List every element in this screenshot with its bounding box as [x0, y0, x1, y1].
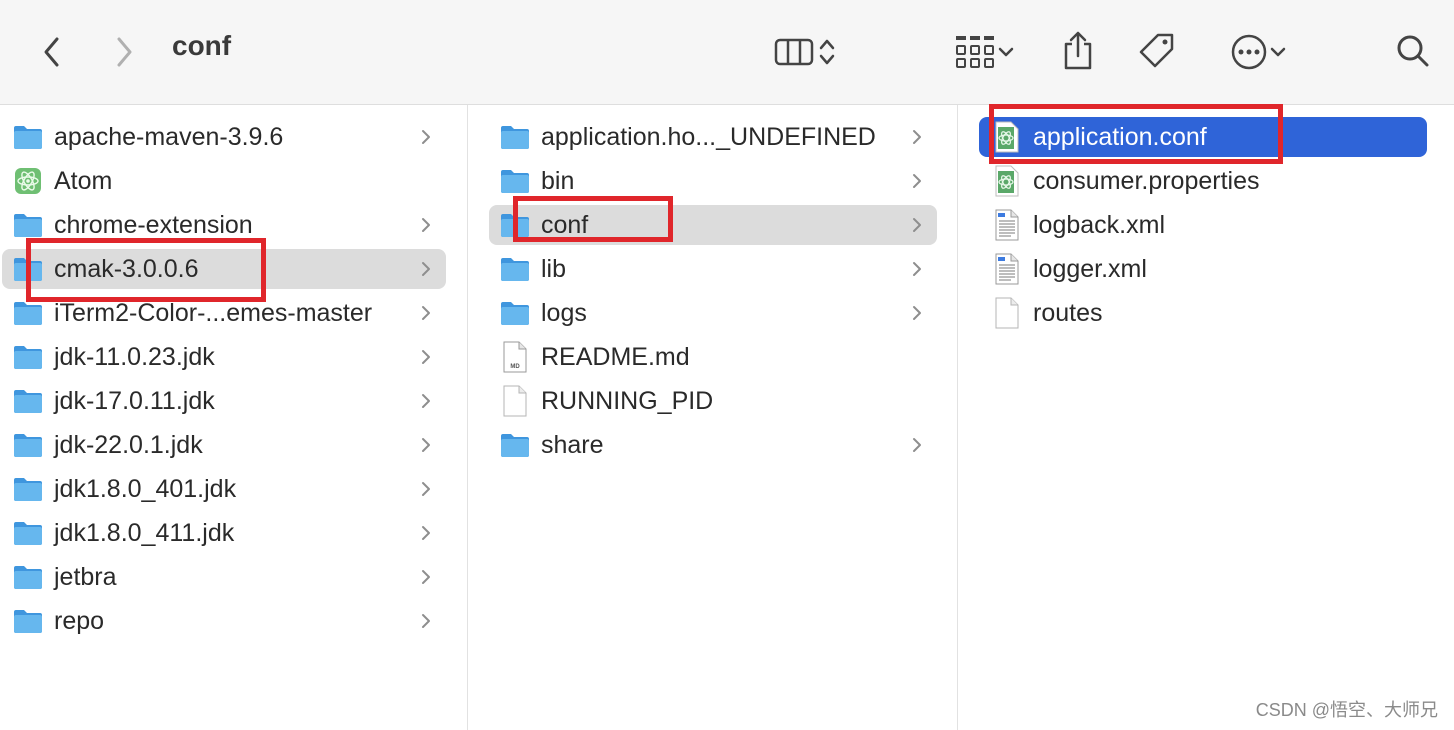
back-button[interactable] — [36, 32, 68, 72]
chevron-right-icon — [422, 438, 430, 452]
column-2[interactable]: application.ho..._UNDEFINED bin conf lib… — [468, 105, 958, 730]
xml-file-icon — [991, 209, 1023, 241]
folder-icon — [499, 297, 531, 329]
chevron-right-icon — [913, 438, 921, 452]
list-item[interactable]: Atom — [2, 161, 446, 201]
list-item[interactable]: routes — [979, 293, 1427, 333]
blank-file-icon — [499, 385, 531, 417]
folder-icon — [12, 341, 44, 373]
chevron-right-icon — [422, 350, 430, 364]
ellipsis-circle-icon — [1231, 34, 1267, 70]
folder-icon — [499, 253, 531, 285]
folder-icon — [12, 473, 44, 505]
list-item[interactable]: logs — [489, 293, 937, 333]
chevron-right-icon — [913, 174, 921, 188]
share-button[interactable] — [1058, 28, 1098, 74]
tag-button[interactable] — [1134, 28, 1180, 74]
group-button[interactable] — [944, 30, 1024, 74]
markdown-file-icon: MD — [499, 341, 531, 373]
atom-app-icon — [12, 165, 44, 197]
watermark: CSDN @悟空、大师兄 — [1255, 700, 1438, 720]
chevron-right-icon — [422, 526, 430, 540]
folder-icon — [12, 561, 44, 593]
folder-icon — [12, 517, 44, 549]
view-options-button[interactable] — [760, 30, 850, 74]
toolbar: conf — [0, 0, 1454, 105]
search-icon — [1397, 35, 1429, 67]
chevron-right-icon — [422, 130, 430, 144]
folder-icon — [499, 429, 531, 461]
folder-icon — [12, 121, 44, 153]
list-item[interactable]: jdk-22.0.1.jdk — [2, 425, 446, 465]
list-item[interactable]: jetbra — [2, 557, 446, 597]
list-item[interactable]: bin — [489, 161, 937, 201]
list-item[interactable]: jdk1.8.0_411.jdk — [2, 513, 446, 553]
chevron-right-icon — [422, 394, 430, 408]
folder-icon — [12, 209, 44, 241]
search-button[interactable] — [1392, 30, 1434, 72]
list-item[interactable]: application.ho..._UNDEFINED — [489, 117, 937, 157]
highlight-box — [26, 238, 266, 302]
more-actions-button[interactable] — [1220, 30, 1296, 74]
list-item[interactable]: repo — [2, 601, 446, 641]
chevron-down-icon — [998, 47, 1014, 57]
chevron-right-icon — [913, 306, 921, 320]
forward-button[interactable] — [108, 32, 140, 72]
window-title: conf — [172, 30, 232, 61]
xml-file-icon — [991, 253, 1023, 285]
chevron-right-icon — [422, 614, 430, 628]
chevron-right-icon — [422, 262, 430, 276]
chevron-right-icon — [117, 37, 132, 67]
chevron-right-icon — [913, 262, 921, 276]
chevron-right-icon — [422, 482, 430, 496]
list-item[interactable]: apache-maven-3.9.6 — [2, 117, 446, 157]
list-item[interactable]: logback.xml — [979, 205, 1427, 245]
chevron-down-icon — [1270, 47, 1286, 57]
chevron-right-icon — [422, 306, 430, 320]
folder-icon — [12, 429, 44, 461]
folder-icon — [499, 165, 531, 197]
up-down-chevron-icon — [819, 39, 835, 65]
chevron-right-icon — [422, 570, 430, 584]
share-icon — [1064, 31, 1092, 70]
svg-text:MD: MD — [510, 364, 520, 370]
chevron-right-icon — [913, 218, 921, 232]
column-1[interactable]: apache-maven-3.9.6 Atom chrome-extension… — [0, 105, 468, 730]
column-view-icon — [774, 38, 814, 66]
chevron-right-icon — [422, 218, 430, 232]
chevron-right-icon — [913, 130, 921, 144]
list-item[interactable]: MD README.md — [489, 337, 937, 377]
list-item[interactable]: share — [489, 425, 937, 465]
blank-file-icon — [991, 297, 1023, 329]
list-item[interactable]: jdk1.8.0_401.jdk — [2, 469, 446, 509]
list-item[interactable]: consumer.properties — [979, 161, 1427, 201]
folder-icon — [12, 385, 44, 417]
folder-icon — [12, 605, 44, 637]
column-3[interactable]: application.conf consumer.properties log… — [958, 104, 1454, 730]
list-item[interactable]: lib — [489, 249, 937, 289]
highlight-box — [513, 196, 673, 242]
grid-group-icon — [956, 36, 994, 68]
chevron-left-icon — [44, 37, 59, 67]
atom-file-icon — [991, 165, 1023, 197]
list-item[interactable]: RUNNING_PID — [489, 381, 937, 421]
list-item[interactable]: logger.xml — [979, 249, 1427, 289]
list-item[interactable]: jdk-17.0.11.jdk — [2, 381, 446, 421]
folder-icon — [499, 121, 531, 153]
highlight-box — [989, 104, 1283, 164]
column-browser: apache-maven-3.9.6 Atom chrome-extension… — [0, 104, 1454, 730]
list-item[interactable]: jdk-11.0.23.jdk — [2, 337, 446, 377]
tag-icon — [1139, 33, 1174, 68]
